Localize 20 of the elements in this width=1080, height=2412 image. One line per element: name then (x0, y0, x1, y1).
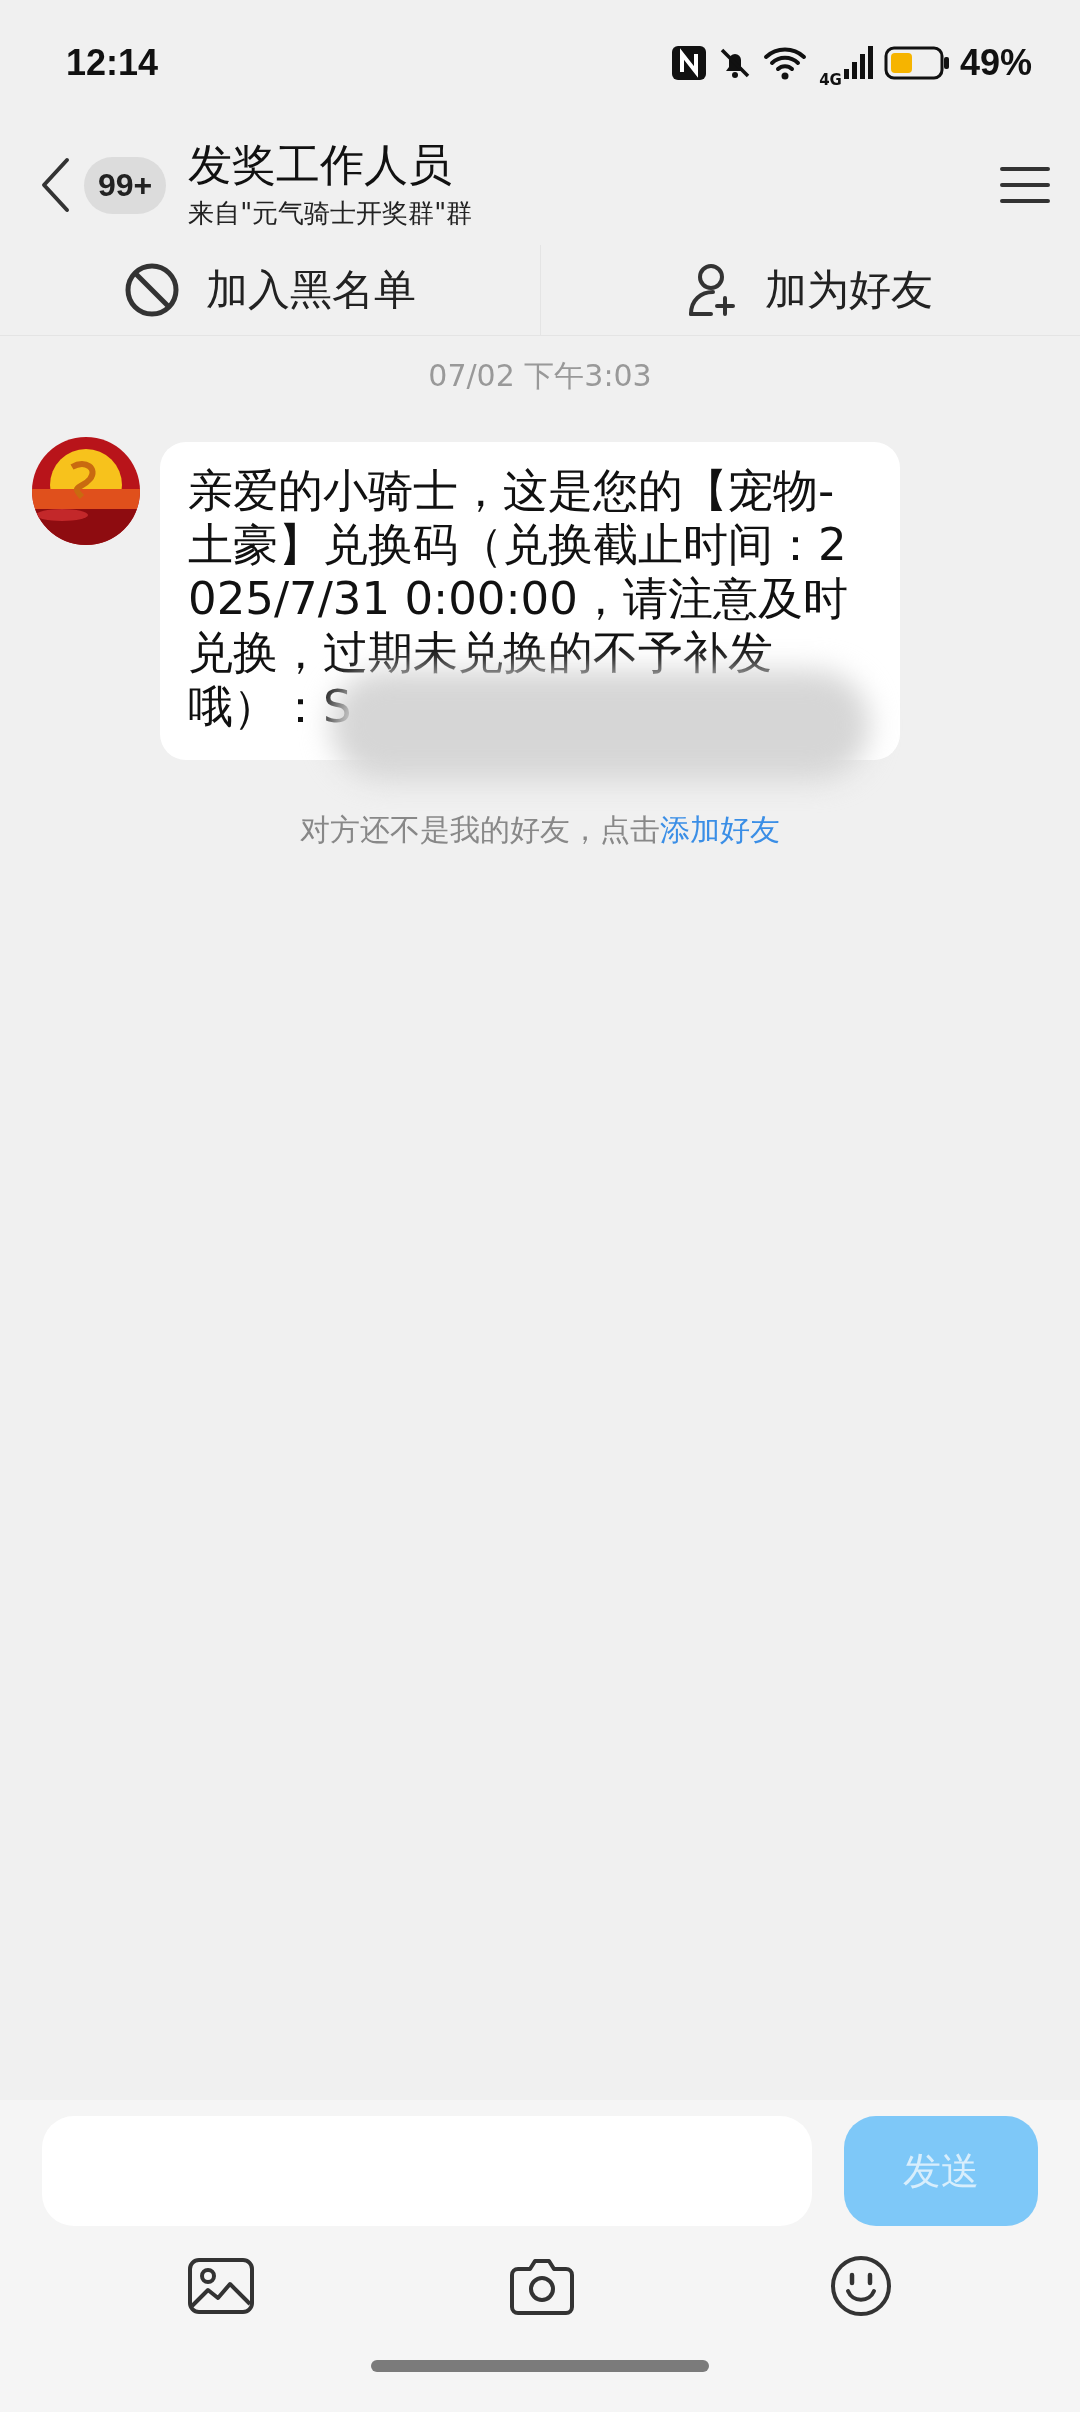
back-icon[interactable] (40, 157, 70, 213)
chat-title: 发奖工作人员 (188, 139, 454, 192)
message-text: 亲爱的小骑士，这是您的【宠物-土豪】兑换码（兑换截止时间：2025/7/31 0:00:00，请注意及时兑换，过期未兑换的不予补发哦）：S (188, 464, 849, 734)
friend-notice: 对方还不是我的好友，点击添加好友 (300, 811, 780, 849)
nfc-icon (671, 44, 708, 81)
emoji-icon[interactable] (830, 2255, 892, 2317)
battery-icon (883, 45, 950, 80)
camera-icon[interactable] (510, 2257, 574, 2315)
menu-icon[interactable] (1000, 165, 1050, 205)
block-icon (123, 262, 180, 318)
signal-icon (843, 44, 874, 81)
status-time: 12:14 (66, 41, 159, 84)
chat-subtitle: 来自"元气骑士开奖群"群 (188, 196, 474, 230)
blacklist-button[interactable]: 加入黑名单 (0, 245, 540, 335)
battery-percentage: 49% (959, 41, 1032, 84)
image-icon[interactable] (188, 2258, 254, 2314)
network-label: 4G (819, 70, 842, 89)
add-friend-button[interactable]: 加为好友 (539, 245, 1080, 335)
message-timestamp: 07/02 下午3:03 (428, 357, 652, 395)
unread-badge: 99+ (84, 156, 167, 214)
